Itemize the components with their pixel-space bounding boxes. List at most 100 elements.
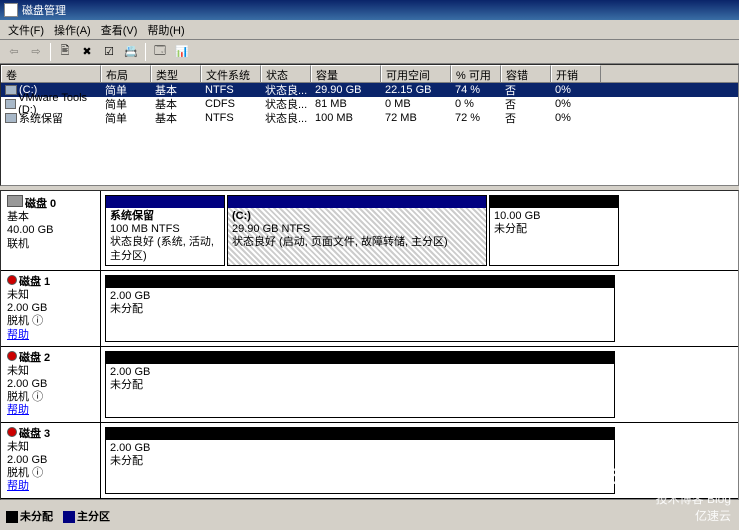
disk-map-pane: 磁盘 0基本40.00 GB联机 系统保留100 MB NTFS状态良好 (系统… xyxy=(0,190,739,500)
forward-button[interactable]: ⇨ xyxy=(26,42,46,62)
partition-status: 未分配 xyxy=(110,455,143,467)
cell-free: 22.15 GB xyxy=(381,84,451,96)
disk-kind: 未知 xyxy=(7,289,94,302)
refresh-button[interactable]: ✖ xyxy=(77,42,97,62)
cell-status: 状态良... xyxy=(261,110,311,126)
disk-row: 磁盘 0基本40.00 GB联机 系统保留100 MB NTFS状态良好 (系统… xyxy=(1,191,738,271)
partition-status: 未分配 xyxy=(110,303,143,315)
export-button[interactable]: 📇 xyxy=(121,42,141,62)
warning-icon xyxy=(7,275,17,285)
cell-type: 基本 xyxy=(151,110,201,126)
help-link[interactable]: 帮助 xyxy=(7,480,94,493)
legend-unalloc-icon xyxy=(6,511,18,523)
partition-bar xyxy=(106,196,224,208)
disk-kind: 未知 xyxy=(7,365,94,378)
back-button[interactable]: ⇦ xyxy=(4,42,24,62)
volume-row[interactable]: (C:)简单基本NTFS状态良...29.90 GB22.15 GB74 %否0… xyxy=(1,83,738,97)
menu-file[interactable]: 文件(F) xyxy=(4,22,48,38)
partition-status: 未分配 xyxy=(494,223,527,235)
cell-cap: 81 MB xyxy=(311,98,381,110)
watermark: 51CTO.com 技术博客 Blog 亿速云 xyxy=(609,464,731,524)
legend-unalloc-label: 未分配 xyxy=(20,511,53,523)
cell-cap: 100 MB xyxy=(311,112,381,124)
col-layout[interactable]: 布局 xyxy=(101,65,151,82)
cell-cap: 29.90 GB xyxy=(311,84,381,96)
separator xyxy=(50,43,51,61)
partition-body: 2.00 GB未分配 xyxy=(106,288,614,341)
view-button[interactable]: 🗔 xyxy=(150,42,170,62)
volume-row[interactable]: VMware Tools (D:)简单基本CDFS状态良...81 MB0 MB… xyxy=(1,97,738,111)
volume-row[interactable]: 系统保留简单基本NTFS状态良...100 MB72 MB72 %否0% xyxy=(1,111,738,125)
partition[interactable]: 10.00 GB未分配 xyxy=(489,195,619,266)
disk-info[interactable]: 磁盘 4未知2.00 GB脱机 ⓘ帮助 xyxy=(1,499,101,500)
menu-bar: 文件(F) 操作(A) 查看(V) 帮助(H) xyxy=(0,20,739,40)
volume-name: 系统保留 xyxy=(19,110,63,126)
cell-oh: 0% xyxy=(551,98,601,110)
partition[interactable]: 系统保留100 MB NTFS状态良好 (系统, 活动, 主分区) xyxy=(105,195,225,266)
col-fs[interactable]: 文件系统 xyxy=(201,65,261,82)
disk-info[interactable]: 磁盘 0基本40.00 GB联机 xyxy=(1,191,101,270)
menu-action[interactable]: 操作(A) xyxy=(50,22,95,38)
volume-table-header: 卷 布局 类型 文件系统 状态 容量 可用空间 % 可用 容错 开销 xyxy=(1,65,738,83)
cell-ft: 否 xyxy=(501,110,551,126)
partition-status: 状态良好 (系统, 活动, 主分区) xyxy=(110,236,214,261)
info-icon: ⓘ xyxy=(32,467,43,479)
up-button[interactable]: 🖹 xyxy=(55,42,75,62)
partition[interactable]: 2.00 GB未分配 xyxy=(105,275,615,342)
partition[interactable]: 2.00 GB未分配 xyxy=(105,351,615,418)
disk-state: 脱机 ⓘ xyxy=(7,391,94,404)
disk-kind: 基本 xyxy=(7,211,94,224)
disk-kind: 未知 xyxy=(7,441,94,454)
col-overhead[interactable]: 开销 xyxy=(551,65,601,82)
separator xyxy=(145,43,146,61)
cell-free: 0 MB xyxy=(381,98,451,110)
menu-help[interactable]: 帮助(H) xyxy=(143,22,188,38)
disk-info[interactable]: 磁盘 1未知2.00 GB脱机 ⓘ帮助 xyxy=(1,271,101,346)
menu-view[interactable]: 查看(V) xyxy=(97,22,142,38)
partition-container: 2.00 GB未分配 xyxy=(101,347,738,422)
partition-size: 2.00 GB xyxy=(110,366,150,378)
disk-title: 磁盘 3 xyxy=(19,428,50,440)
disk-state: 脱机 ⓘ xyxy=(7,315,94,328)
cell-free: 72 MB xyxy=(381,112,451,124)
help-button[interactable]: 📊 xyxy=(172,42,192,62)
col-status[interactable]: 状态 xyxy=(261,65,311,82)
partition-bar xyxy=(106,428,614,440)
partition-size: 10.00 GB xyxy=(494,210,540,222)
partition-name: 系统保留 xyxy=(110,210,154,222)
col-fault[interactable]: 容错 xyxy=(501,65,551,82)
disk-title: 磁盘 2 xyxy=(19,352,50,364)
col-capacity[interactable]: 容量 xyxy=(311,65,381,82)
drive-icon xyxy=(5,113,17,123)
col-pct[interactable]: % 可用 xyxy=(451,65,501,82)
disk-info[interactable]: 磁盘 2未知2.00 GB脱机 ⓘ帮助 xyxy=(1,347,101,422)
cell-oh: 0% xyxy=(551,84,601,96)
partition[interactable]: (C:)29.90 GB NTFS状态良好 (启动, 页面文件, 故障转储, 主… xyxy=(227,195,487,266)
disk-size: 2.00 GB xyxy=(7,454,94,467)
partition[interactable]: 2.00 GB未分配 xyxy=(105,427,615,494)
disk-title: 磁盘 1 xyxy=(19,276,50,288)
col-type[interactable]: 类型 xyxy=(151,65,201,82)
col-volume[interactable]: 卷 xyxy=(1,65,101,82)
partition-bar xyxy=(106,352,614,364)
cell-layout: 简单 xyxy=(101,110,151,126)
disk-info[interactable]: 磁盘 3未知2.00 GB脱机 ⓘ帮助 xyxy=(1,423,101,498)
app-icon xyxy=(4,3,18,17)
partition-size: 29.90 GB NTFS xyxy=(232,223,310,235)
help-link[interactable]: 帮助 xyxy=(7,404,94,417)
window-title: 磁盘管理 xyxy=(22,2,66,18)
help-link[interactable]: 帮助 xyxy=(7,329,94,342)
cell-pct: 72 % xyxy=(451,112,501,124)
info-icon: ⓘ xyxy=(32,315,43,327)
properties-button[interactable]: ☑ xyxy=(99,42,119,62)
disk-title: 磁盘 0 xyxy=(25,198,56,210)
partition-body: 10.00 GB未分配 xyxy=(490,208,618,265)
partition-body: 系统保留100 MB NTFS状态良好 (系统, 活动, 主分区) xyxy=(106,208,224,265)
partition-body: (C:)29.90 GB NTFS状态良好 (启动, 页面文件, 故障转储, 主… xyxy=(228,208,486,265)
volume-list-pane: 卷 布局 类型 文件系统 状态 容量 可用空间 % 可用 容错 开销 (C:)简… xyxy=(0,64,739,186)
drive-icon xyxy=(5,99,16,109)
partition-bar xyxy=(106,276,614,288)
col-free[interactable]: 可用空间 xyxy=(381,65,451,82)
disk-state: 联机 xyxy=(7,238,94,251)
disk-row: 磁盘 2未知2.00 GB脱机 ⓘ帮助2.00 GB未分配 xyxy=(1,347,738,423)
